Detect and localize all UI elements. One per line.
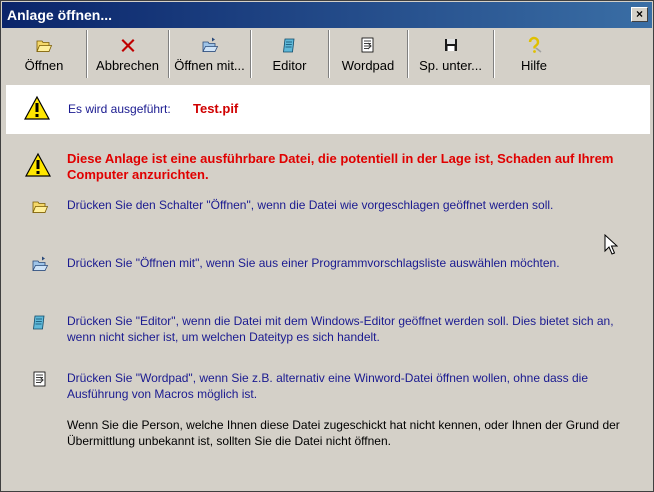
dialog-window: Anlage öffnen... × Öffnen Abbrechen Öffn… xyxy=(0,0,654,492)
wordpad-icon xyxy=(31,370,49,391)
toolbar: Öffnen Abbrechen Öffnen mit... Editor Wo… xyxy=(2,28,652,80)
filename: Test.pif xyxy=(193,101,239,116)
mouse-cursor-icon xyxy=(604,234,618,255)
help-button[interactable]: Hilfe xyxy=(494,30,574,78)
save-as-button-label: Sp. unter... xyxy=(419,58,482,73)
warning-icon xyxy=(24,95,50,120)
floppy-disk-icon xyxy=(444,39,457,51)
danger-warning-text: Diese Anlage ist eine ausführbare Datei,… xyxy=(67,151,614,182)
folder-open-icon xyxy=(36,40,53,52)
executing-label: Es wird ausgeführt: xyxy=(68,102,171,116)
window-title: Anlage öffnen... xyxy=(7,7,112,23)
title-bar[interactable]: Anlage öffnen... × xyxy=(2,2,652,28)
instruction-editor: Drücken Sie "Editor", wenn die Datei mit… xyxy=(67,314,614,344)
notepad-icon xyxy=(31,313,49,334)
instruction-wordpad: Drücken Sie "Wordpad", wenn Sie z.B. alt… xyxy=(67,371,589,401)
wordpad-icon xyxy=(361,37,374,53)
notepad-icon xyxy=(282,38,294,53)
editor-button-label: Editor xyxy=(272,58,307,73)
editor-button[interactable]: Editor xyxy=(251,30,329,78)
help-button-label: Hilfe xyxy=(520,58,547,73)
help-icon xyxy=(528,36,542,53)
execution-banner: Es wird ausgeführt: Test.pif xyxy=(6,85,650,134)
save-as-button[interactable]: Sp. unter... xyxy=(408,30,494,78)
open-button[interactable]: Öffnen xyxy=(2,30,87,78)
folder-open-with-icon xyxy=(31,255,49,276)
wordpad-button[interactable]: Wordpad xyxy=(329,30,408,78)
cancel-button[interactable]: Abbrechen xyxy=(87,30,169,78)
folder-open-icon xyxy=(31,197,49,218)
folder-open-with-icon xyxy=(201,37,218,52)
final-advice-text: Wenn Sie die Person, welche Ihnen diese … xyxy=(67,418,620,448)
open-button-label: Öffnen xyxy=(24,58,64,73)
open-with-button-label: Öffnen mit... xyxy=(174,58,245,73)
instruction-open-with: Drücken Sie "Öffnen mit", wenn Sie aus e… xyxy=(67,256,560,270)
wordpad-button-label: Wordpad xyxy=(341,58,395,73)
warning-icon xyxy=(25,152,51,177)
open-with-button[interactable]: Öffnen mit... xyxy=(169,30,251,78)
x-icon xyxy=(121,39,134,52)
instruction-open: Drücken Sie den Schalter "Öffnen", wenn … xyxy=(67,198,554,212)
cancel-button-label: Abbrechen xyxy=(96,58,159,73)
close-button[interactable]: × xyxy=(631,7,648,22)
